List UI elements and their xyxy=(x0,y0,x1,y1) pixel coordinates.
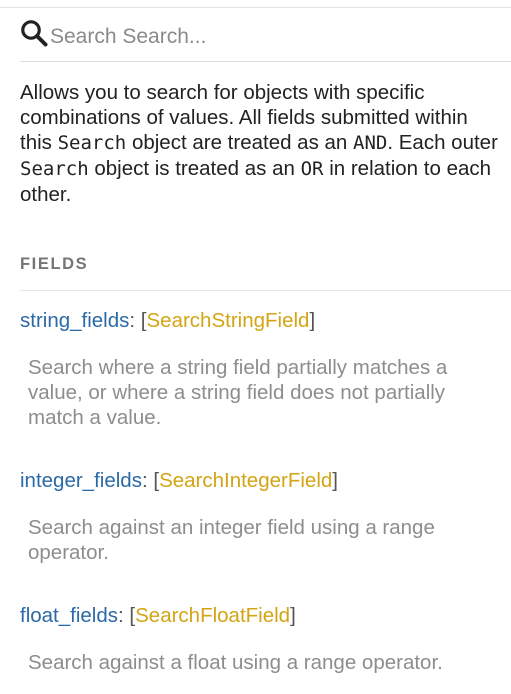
field-signature-string-fields: string_fields: [SearchStringField] xyxy=(20,309,316,332)
type-link-search-float-field[interactable]: SearchFloatField xyxy=(135,604,290,627)
field-signature-integer-fields: integer_fields: [SearchIntegerField] xyxy=(20,469,338,492)
type-link-search-integer-field[interactable]: SearchIntegerField xyxy=(159,469,332,492)
fields-heading: FIELDS xyxy=(20,255,89,273)
code-search-outer: Search xyxy=(20,158,89,180)
field-name-integer-fields[interactable]: integer_fields xyxy=(20,469,142,492)
field-description-string-fields: Search where a string field partially ma… xyxy=(28,356,448,429)
code-and: AND xyxy=(353,132,388,154)
search-icon[interactable] xyxy=(20,19,48,47)
code-or: OR xyxy=(300,158,324,180)
field-signature-float-fields: float_fields: [SearchFloatField] xyxy=(20,604,296,627)
field-description-float-fields: Search against a float using a range ope… xyxy=(28,651,443,674)
top-divider xyxy=(0,0,511,8)
object-description: Allows you to search for objects with sp… xyxy=(20,81,498,206)
code-search: Search xyxy=(57,132,127,154)
field-description-integer-fields: Search against an integer field using a … xyxy=(28,516,435,564)
field-name-float-fields[interactable]: float_fields xyxy=(20,604,118,627)
type-link-search-string-field[interactable]: SearchStringField xyxy=(147,309,310,332)
search-input[interactable] xyxy=(48,24,492,50)
field-name-string-fields[interactable]: string_fields xyxy=(20,309,129,332)
fields-divider xyxy=(20,290,511,291)
search-bar xyxy=(20,18,511,62)
